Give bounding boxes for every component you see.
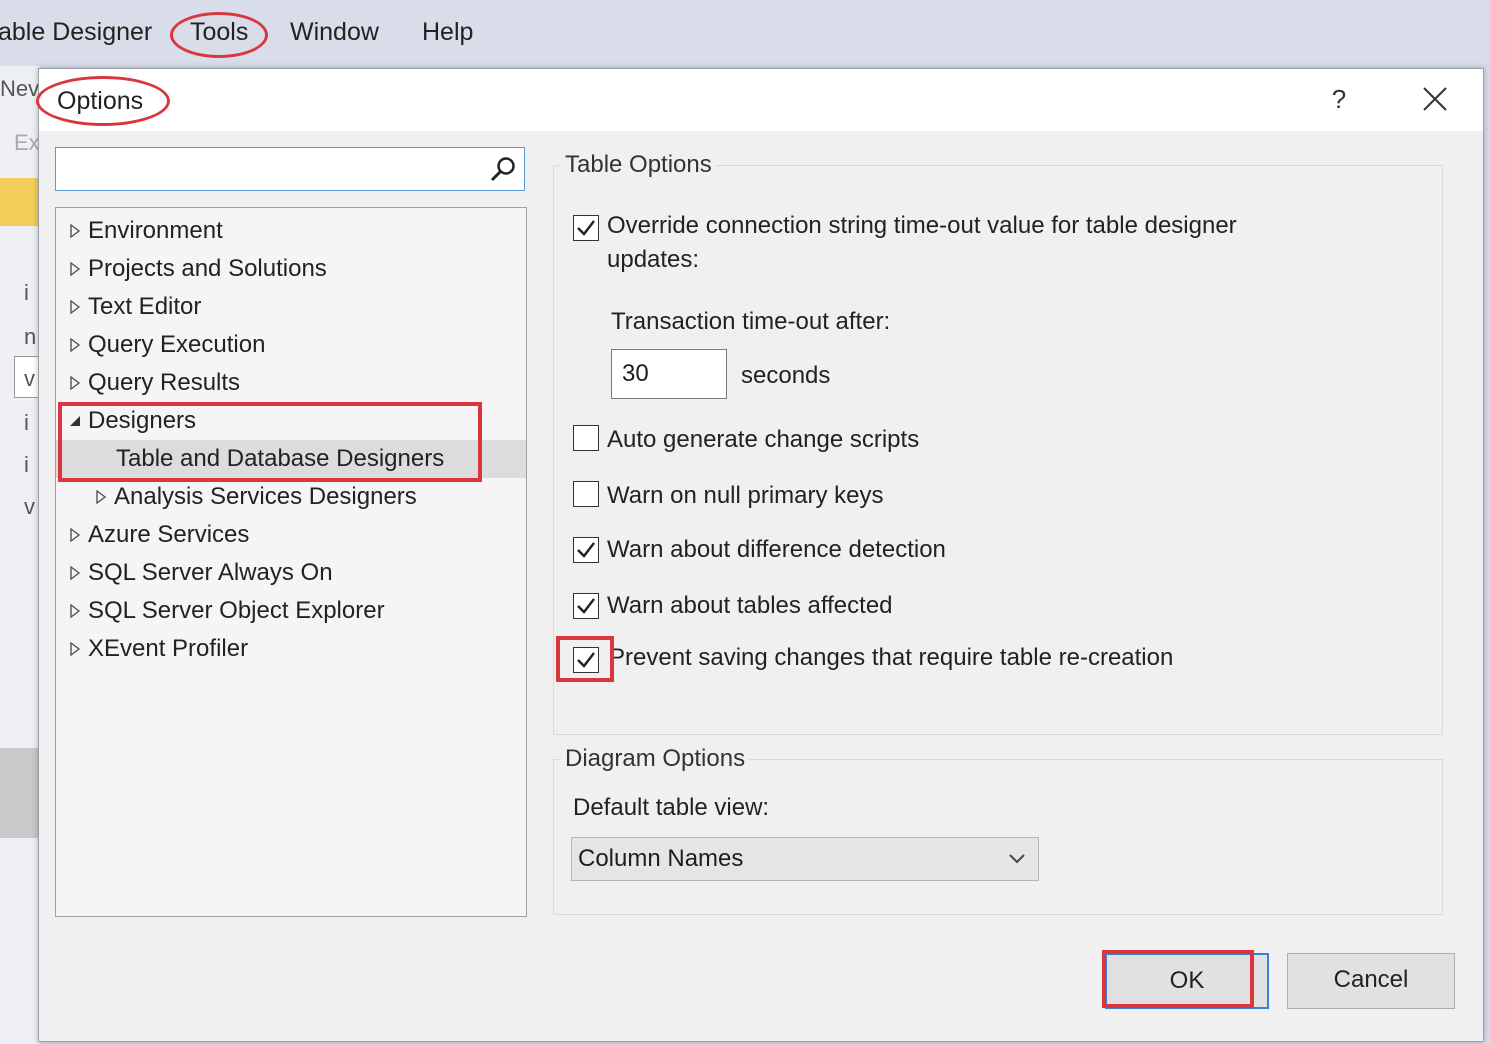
- warn-null-pk-checkbox[interactable]: [573, 481, 599, 507]
- tree-item-label: Query Execution: [88, 331, 266, 358]
- tree-item-label: Projects and Solutions: [88, 255, 327, 282]
- background-text-fragment: i: [24, 410, 29, 435]
- checkmark-icon: [577, 598, 595, 614]
- background-text-fragment: v: [24, 494, 35, 519]
- warn-difference-checkbox[interactable]: [573, 537, 599, 563]
- menu-help[interactable]: Help: [422, 18, 473, 47]
- override-timeout-checkbox[interactable]: [573, 215, 599, 241]
- expand-arrow-icon: [70, 224, 81, 238]
- search-icon: [490, 157, 515, 182]
- transaction-timeout-input[interactable]: 30: [611, 349, 727, 399]
- prevent-saving-label: Prevent saving changes that require tabl…: [609, 644, 1174, 671]
- default-table-view-label: Default table view:: [573, 794, 770, 821]
- help-button[interactable]: ?: [1321, 81, 1357, 117]
- warn-tables-checkbox[interactable]: [573, 593, 599, 619]
- expand-arrow-icon: [70, 566, 81, 580]
- chevron-down-icon: [1009, 854, 1025, 864]
- background-tab-highlight: [0, 178, 38, 226]
- warn-null-pk-label: Warn on null primary keys: [607, 482, 884, 509]
- options-search-input[interactable]: [55, 147, 525, 191]
- prevent-saving-annotation-box: [556, 636, 614, 682]
- background-text-fragment: i: [24, 452, 29, 477]
- expand-arrow-icon: [70, 604, 81, 618]
- warn-difference-label: Warn about difference detection: [607, 536, 946, 563]
- close-icon: [1423, 87, 1447, 111]
- tree-item-label: Environment: [88, 217, 223, 244]
- checkmark-icon: [577, 220, 595, 236]
- auto-generate-checkbox[interactable]: [573, 425, 599, 451]
- default-table-view-select[interactable]: Column Names: [571, 837, 1039, 881]
- diagram-options-title: Diagram Options: [561, 745, 750, 773]
- auto-generate-label: Auto generate change scripts: [607, 426, 920, 453]
- designers-annotation-box: [58, 402, 482, 482]
- warn-tables-label: Warn about tables affected: [607, 592, 893, 619]
- background-toolbar-area: [0, 748, 40, 838]
- menu-window[interactable]: Window: [290, 18, 379, 47]
- cancel-button[interactable]: Cancel: [1287, 953, 1455, 1009]
- tree-item-label: Analysis Services Designers: [114, 483, 417, 510]
- background-text-fragment: Ex: [14, 130, 40, 155]
- expand-arrow-icon: [70, 300, 81, 314]
- dialog-titlebar: Options ?: [39, 69, 1483, 131]
- tree-item-label: SQL Server Object Explorer: [88, 597, 385, 624]
- override-timeout-label: Override connection string time-out valu…: [607, 212, 1237, 239]
- override-timeout-label-continued: updates:: [607, 246, 700, 273]
- expand-arrow-icon: [70, 642, 81, 656]
- tools-annotation-ellipse: [170, 12, 268, 58]
- expand-arrow-icon: [70, 528, 81, 542]
- seconds-label: seconds: [741, 362, 831, 389]
- tree-item-label: Azure Services: [88, 521, 250, 548]
- menu-table-designer[interactable]: able Designer: [0, 18, 152, 47]
- close-button[interactable]: [1415, 79, 1455, 119]
- tree-item-label: Text Editor: [88, 293, 202, 320]
- background-text-fragment: v: [24, 366, 35, 391]
- checkmark-icon: [577, 542, 595, 558]
- expand-arrow-icon: [70, 376, 81, 390]
- table-options-title: Table Options: [561, 151, 716, 179]
- default-table-view-value: Column Names: [578, 845, 744, 872]
- transaction-timeout-label: Transaction time-out after:: [611, 308, 891, 335]
- expand-arrow-icon: [70, 262, 81, 276]
- tree-item-label: SQL Server Always On: [88, 559, 333, 586]
- options-dialog: Options ? Environment Projects and Solut…: [38, 68, 1484, 1042]
- options-tree: Environment Projects and Solutions Text …: [55, 207, 527, 917]
- background-text-fragment: i: [24, 280, 29, 305]
- background-text-fragment: n: [24, 324, 37, 349]
- ok-annotation-box: [1102, 950, 1254, 1008]
- background-text-fragment: Nev: [0, 76, 40, 101]
- expand-arrow-icon: [96, 490, 107, 504]
- expand-arrow-icon: [70, 338, 81, 352]
- tree-item-label: Query Results: [88, 369, 241, 396]
- options-annotation-ellipse: [36, 76, 170, 126]
- tree-item-label: XEvent Profiler: [88, 635, 249, 662]
